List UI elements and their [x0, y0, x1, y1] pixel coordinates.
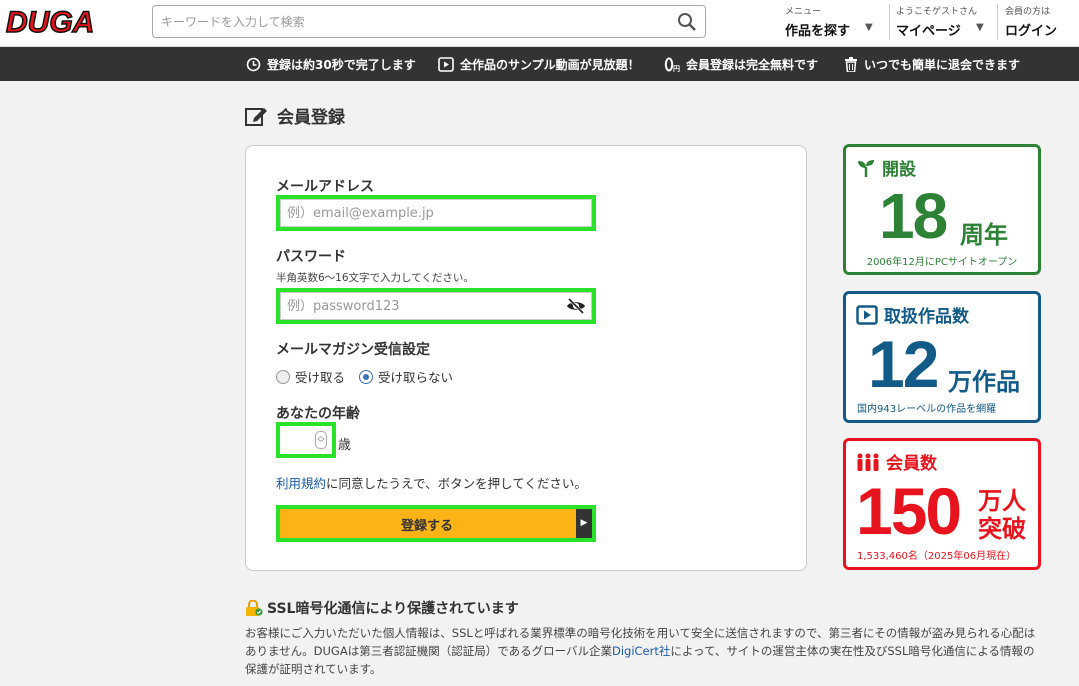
stat-works-unit: 万作品 [948, 368, 1020, 396]
info-item-free: 円 会員登録は完全無料です [664, 56, 818, 72]
password-field[interactable] [280, 292, 592, 320]
lock-check-icon [246, 600, 263, 616]
register-button[interactable]: 登録する ▶ [276, 505, 596, 542]
agree-sentence: に同意したうえで、ボタンを押してください。 [326, 476, 587, 491]
radio-receive[interactable] [276, 369, 290, 384]
agree-text: 利用規約に同意したうえで、ボタンを押してください。 [276, 473, 587, 492]
info-bar: 登録は約30秒で完了します 全作品のサンプル動画が見放題！ 円 会員登録は完全無… [0, 47, 1079, 81]
stat-founded: 開設 18 周年 2006年12月にPCサイトオープン [843, 144, 1041, 275]
play-arrow-icon: ▶ [576, 509, 592, 538]
email-label: メールアドレス [276, 179, 374, 195]
stat-works-head: 取扱作品数 [856, 302, 969, 327]
stat-founded-head: 開設 [856, 155, 916, 180]
header-divider [997, 4, 998, 40]
svg-text:円: 円 [673, 65, 680, 72]
age-stepper[interactable]: ︿ ﹀ [276, 422, 336, 458]
stat-works-title: 取扱作品数 [884, 307, 969, 327]
people-icon [857, 453, 879, 471]
info-item-sample: 全作品のサンプル動画が見放題！ [438, 56, 640, 72]
zero-yen-icon: 円 [664, 57, 680, 72]
info-text: 登録は約30秒で完了します [267, 57, 416, 72]
stat-members-title: 会員数 [886, 454, 937, 474]
member-small-label: 会員の方は [1005, 7, 1051, 17]
stat-founded-foot: 2006年12月にPCサイトオープン [866, 257, 1018, 268]
chevron-down-icon: ▼ [865, 22, 873, 33]
radio-receive-label[interactable]: 受け取る [295, 367, 345, 386]
guest-small-label: ようこそゲストさん [896, 7, 978, 17]
stat-founded-number: 18 [879, 180, 948, 252]
email-field-wrapper [276, 195, 596, 231]
ssl-description: お客様にご入力いただいた個人情報は、SSLと呼ばれる業界標準の暗号化技術を用いて… [245, 624, 1045, 678]
stat-members-unit-2: 突破 [978, 515, 1026, 543]
stat-works-number: 12 [868, 327, 939, 401]
ssl-title: SSL暗号化通信により保護されています [245, 598, 519, 618]
stepper-arrows-icon[interactable]: ︿ ﹀ [315, 431, 327, 449]
mypage-big-label: マイページ [896, 24, 961, 39]
age-unit: 歳 [338, 438, 352, 453]
menu-search-works[interactable]: メニュー 作品を探す ▼ [785, 0, 875, 47]
svg-text:DUGA: DUGA [6, 6, 94, 36]
duga-logo[interactable]: DUGA [4, 5, 128, 40]
page-title-text: 会員登録 [277, 108, 345, 128]
trash-icon [845, 56, 857, 72]
page-title: 会員登録 [245, 103, 345, 128]
radio-not-receive-label[interactable]: 受け取らない [378, 367, 453, 386]
stat-members-foot: 1,533,460名（2025年06月現在） [857, 551, 1017, 562]
digicert-link[interactable]: DigiCert社 [612, 644, 670, 658]
newsletter-label: メールマガジン受信設定 [276, 342, 430, 358]
radio-not-receive[interactable] [359, 369, 374, 384]
password-hint: 半角英数6〜16文字で入力してください。 [276, 272, 474, 284]
terms-link[interactable]: 利用規約 [276, 476, 326, 491]
info-text: 全作品のサンプル動画が見放題！ [460, 57, 640, 72]
register-button-label: 登録する [400, 519, 453, 534]
search-input[interactable] [153, 6, 663, 37]
edit-icon [245, 107, 267, 126]
stat-members: 会員数 150 万人 突破 1,533,460名（2025年06月現在） [843, 438, 1041, 570]
play-icon [856, 304, 878, 325]
stat-members-head: 会員数 [856, 449, 937, 474]
menu-login[interactable]: 会員の方は ログイン [1005, 0, 1075, 47]
registration-form: メールアドレス パスワード 半角英数6〜16文字で入力してください。 メールマガ… [245, 145, 807, 571]
newsletter-radio-group: 受け取る 受け取らない [276, 367, 453, 386]
info-item-cancel: いつでも簡単に退会できます [844, 56, 1020, 72]
email-field[interactable] [280, 199, 592, 227]
sprout-icon [858, 159, 874, 177]
info-text: 会員登録は完全無料です [686, 57, 819, 72]
menu-mypage[interactable]: ようこそゲストさん マイページ ▼ [896, 0, 988, 47]
eye-slash-icon[interactable] [566, 297, 586, 319]
menu-big-label: 作品を探す [785, 24, 851, 39]
ssl-title-text: SSL暗号化通信により保護されています [267, 601, 519, 617]
menu-small-label: メニュー [785, 7, 822, 17]
stat-founded-unit: 周年 [960, 221, 1008, 249]
header-divider [889, 4, 890, 40]
search-icon[interactable] [677, 12, 697, 32]
clock-icon [246, 57, 261, 71]
stat-members-number: 150 [856, 474, 962, 548]
stat-works: 取扱作品数 12 万作品 国内943レーベルの作品を網羅 [843, 291, 1041, 423]
search-box [152, 5, 706, 38]
age-label: あなたの年齢 [276, 406, 360, 422]
site-header: DUGA メニュー 作品を探す ▼ ようこそゲストさん マイページ ▼ 会員の方… [0, 0, 1079, 47]
stat-founded-title: 開設 [882, 160, 916, 180]
password-label: パスワード [276, 249, 346, 265]
chevron-down-icon: ▼ [976, 22, 984, 33]
login-big-label: ログイン [1005, 24, 1058, 39]
play-icon [438, 56, 454, 72]
info-text: いつでも簡単に退会できます [864, 57, 1021, 72]
password-field-wrapper [276, 288, 596, 324]
info-item-30sec: 登録は約30秒で完了します [246, 56, 416, 72]
stat-works-foot: 国内943レーベルの作品を網羅 [857, 404, 997, 415]
